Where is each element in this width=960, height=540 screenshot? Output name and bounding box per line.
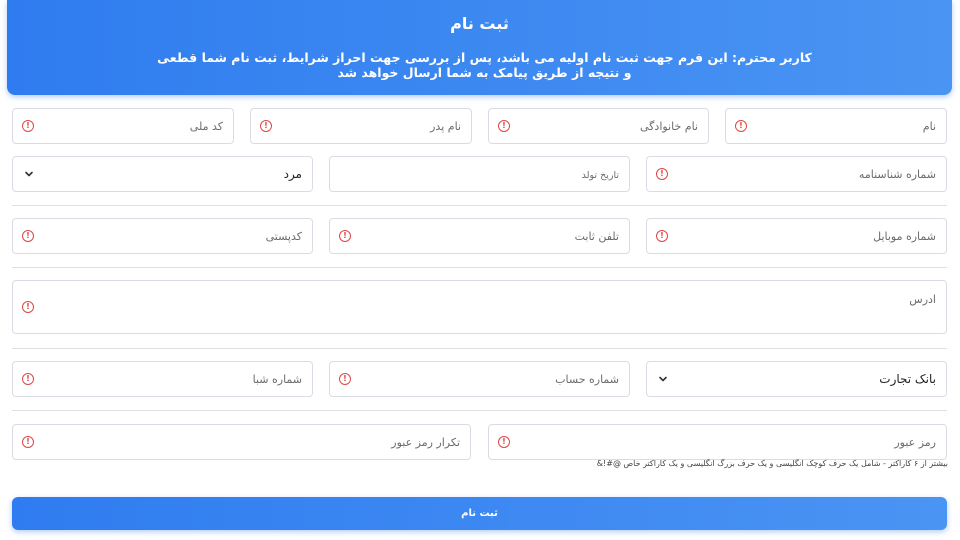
address-input[interactable] [13,281,946,333]
section-divider [12,348,947,349]
last-name-field: ! [488,108,709,144]
error-icon: ! [22,373,34,385]
password-hint: بیشتر از ۶ کاراکتر - شامل یک حرف کوچک ان… [596,459,948,468]
password-confirm-field: ! [12,424,471,460]
error-icon: ! [339,373,351,385]
bank-select[interactable]: بانک تجارت [646,361,947,397]
last-name-input[interactable] [489,109,708,143]
gender-selected-value: مرد [283,167,302,181]
birth-date-input[interactable] [330,157,629,191]
father-name-field: ! [250,108,472,144]
error-icon: ! [22,301,34,313]
phone-input[interactable] [330,219,629,253]
error-icon: ! [22,120,34,132]
phone-field: ! [329,218,630,254]
error-icon: ! [339,230,351,242]
error-icon: ! [22,230,34,242]
postal-code-input[interactable] [13,219,312,253]
password-confirm-input[interactable] [13,425,470,459]
page-title: ثبت نام [450,14,509,33]
first-name-input[interactable] [726,109,946,143]
submit-button[interactable]: ثبت نام [12,497,947,530]
error-icon: ! [656,230,668,242]
father-name-input[interactable] [251,109,471,143]
chevron-down-icon [659,376,667,382]
error-icon: ! [22,436,34,448]
id-number-field: ! [646,156,947,192]
password-field: ! [488,424,947,460]
error-icon: ! [735,120,747,132]
page-subtitle: کاربر محترم: این فرم جهت ثبت نام اولیه م… [157,50,812,80]
section-divider [12,267,947,268]
account-number-field: ! [329,361,630,397]
first-name-field: ! [725,108,947,144]
mobile-input[interactable] [647,219,946,253]
postal-code-field: ! [12,218,313,254]
error-icon: ! [260,120,272,132]
mobile-field: ! [646,218,947,254]
birth-date-field [329,156,630,192]
section-divider [12,410,947,411]
sheba-field: ! [12,361,313,397]
address-field: ! [12,280,947,334]
error-icon: ! [498,120,510,132]
national-code-input[interactable] [13,109,233,143]
bank-selected-value: بانک تجارت [879,372,936,386]
error-icon: ! [498,436,510,448]
national-code-field: ! [12,108,234,144]
section-divider [12,205,947,206]
gender-select[interactable]: مرد [12,156,313,192]
sheba-input[interactable] [13,362,312,396]
chevron-down-icon [25,171,33,177]
password-input[interactable] [489,425,946,459]
account-number-input[interactable] [330,362,629,396]
id-number-input[interactable] [647,157,946,191]
error-icon: ! [656,168,668,180]
header-banner: ثبت نام کاربر محترم: این فرم جهت ثبت نام… [7,0,952,95]
